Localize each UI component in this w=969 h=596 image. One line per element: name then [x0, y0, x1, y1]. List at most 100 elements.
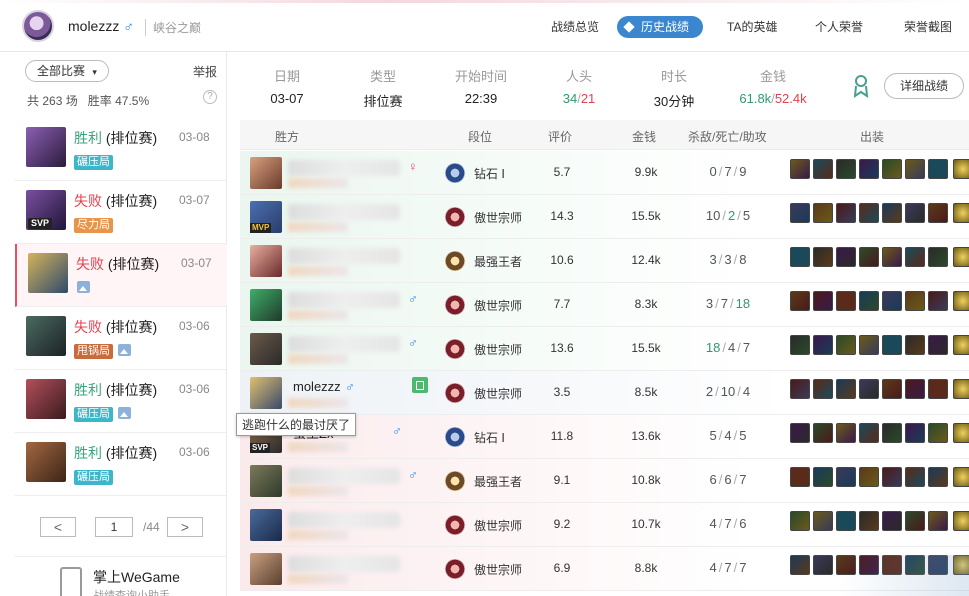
item-icon[interactable] — [859, 423, 879, 443]
item-icon[interactable] — [882, 467, 902, 487]
tab-honors[interactable]: 个人荣誉 — [815, 16, 863, 38]
image-icon[interactable] — [118, 344, 131, 356]
item-icon[interactable] — [905, 379, 925, 399]
copy-icon[interactable] — [412, 377, 428, 393]
item-icon[interactable] — [882, 423, 902, 443]
match-list-item[interactable]: 胜利 (排位赛) 03-06 碾压局 — [15, 433, 227, 496]
item-icon[interactable] — [928, 511, 948, 531]
item-icon[interactable] — [790, 335, 810, 355]
item-icon[interactable] — [859, 379, 879, 399]
player-avatar[interactable] — [250, 333, 282, 365]
item-icon[interactable] — [859, 247, 879, 267]
tab-heroes[interactable]: TA的英雄 — [727, 16, 777, 38]
tab-screenshots[interactable]: 荣誉截图 — [904, 16, 952, 38]
item-icon[interactable] — [905, 159, 925, 179]
item-icon[interactable] — [836, 511, 856, 531]
report-link[interactable]: 举报 — [193, 63, 217, 80]
item-icon[interactable] — [928, 159, 948, 179]
item-icon[interactable] — [790, 203, 810, 223]
trinket-icon[interactable] — [953, 159, 969, 179]
trinket-icon[interactable] — [953, 379, 969, 399]
match-filter-dropdown[interactable]: 全部比赛 ▾ — [25, 60, 109, 82]
prev-page-button[interactable]: < — [40, 517, 76, 537]
avatar[interactable] — [22, 10, 54, 42]
detail-stats-button[interactable]: 详细战绩 — [884, 73, 964, 99]
player-avatar[interactable] — [250, 289, 282, 321]
item-icon[interactable] — [859, 159, 879, 179]
item-icon[interactable] — [813, 555, 833, 575]
item-icon[interactable] — [813, 423, 833, 443]
item-icon[interactable] — [928, 423, 948, 443]
item-icon[interactable] — [928, 247, 948, 267]
item-icon[interactable] — [790, 467, 810, 487]
trinket-icon[interactable] — [953, 203, 969, 223]
item-icon[interactable] — [790, 159, 810, 179]
item-icon[interactable] — [790, 555, 810, 575]
trinket-icon[interactable] — [953, 467, 969, 487]
item-icon[interactable] — [813, 203, 833, 223]
item-icon[interactable] — [836, 291, 856, 311]
item-icon[interactable] — [859, 335, 879, 355]
item-icon[interactable] — [836, 467, 856, 487]
trinket-icon[interactable] — [953, 291, 969, 311]
item-icon[interactable] — [859, 467, 879, 487]
item-icon[interactable] — [905, 203, 925, 223]
table-row[interactable]: MVP 傲世宗师 14.3 15.5k 10/2/5 — [240, 195, 969, 239]
item-icon[interactable] — [905, 335, 925, 355]
player-avatar[interactable] — [250, 245, 282, 277]
item-icon[interactable] — [882, 203, 902, 223]
table-row[interactable]: ♂ 傲世宗师 13.6 15.5k 18/4/7 — [240, 327, 969, 371]
help-icon[interactable]: ? — [203, 90, 217, 104]
page-input[interactable]: 1 — [95, 517, 133, 537]
item-icon[interactable] — [882, 291, 902, 311]
table-row[interactable]: ♂ 傲世宗师 7.7 8.3k 3/7/18 — [240, 283, 969, 327]
item-icon[interactable] — [928, 203, 948, 223]
item-icon[interactable] — [905, 511, 925, 531]
next-page-button[interactable]: > — [167, 517, 203, 537]
item-icon[interactable] — [790, 291, 810, 311]
match-list-item[interactable]: 失败 (排位赛) 03-07 — [15, 244, 227, 307]
image-icon[interactable] — [118, 407, 131, 419]
item-icon[interactable] — [882, 379, 902, 399]
item-icon[interactable] — [905, 467, 925, 487]
player-avatar[interactable] — [250, 509, 282, 541]
table-row[interactable]: 傲世宗师 9.2 10.7k 4/7/6 — [240, 503, 969, 547]
match-list-item[interactable]: 失败 (排位赛) 03-06 甩锅局 — [15, 307, 227, 370]
item-icon[interactable] — [790, 423, 810, 443]
item-icon[interactable] — [928, 335, 948, 355]
player-avatar[interactable] — [250, 157, 282, 189]
item-icon[interactable] — [836, 379, 856, 399]
item-icon[interactable] — [790, 379, 810, 399]
trinket-icon[interactable] — [953, 511, 969, 531]
item-icon[interactable] — [813, 291, 833, 311]
item-icon[interactable] — [836, 247, 856, 267]
item-icon[interactable] — [928, 291, 948, 311]
table-row[interactable]: 最强王者 10.6 12.4k 3/3/8 — [240, 239, 969, 283]
item-icon[interactable] — [836, 159, 856, 179]
item-icon[interactable] — [813, 379, 833, 399]
table-row[interactable]: ♂ 最强王者 9.1 10.8k 6/6/7 — [240, 459, 969, 503]
item-icon[interactable] — [905, 291, 925, 311]
item-icon[interactable] — [836, 203, 856, 223]
item-icon[interactable] — [813, 511, 833, 531]
image-icon[interactable] — [77, 281, 90, 293]
item-icon[interactable] — [813, 335, 833, 355]
item-icon[interactable] — [813, 247, 833, 267]
item-icon[interactable] — [836, 335, 856, 355]
tab-overview[interactable]: 战绩总览 — [551, 16, 599, 38]
item-icon[interactable] — [882, 511, 902, 531]
trinket-icon[interactable] — [953, 335, 969, 355]
tab-history[interactable]: 历史战绩 — [617, 16, 704, 38]
item-icon[interactable] — [790, 247, 810, 267]
award-icon[interactable] — [852, 74, 870, 98]
player-avatar[interactable] — [250, 553, 282, 585]
trinket-icon[interactable] — [953, 247, 969, 267]
item-icon[interactable] — [836, 423, 856, 443]
item-icon[interactable] — [813, 159, 833, 179]
player-avatar[interactable] — [250, 465, 282, 497]
player-avatar[interactable] — [250, 377, 282, 409]
item-icon[interactable] — [813, 467, 833, 487]
item-icon[interactable] — [790, 511, 810, 531]
item-icon[interactable] — [905, 247, 925, 267]
player-name[interactable]: molezzz — [293, 379, 341, 394]
